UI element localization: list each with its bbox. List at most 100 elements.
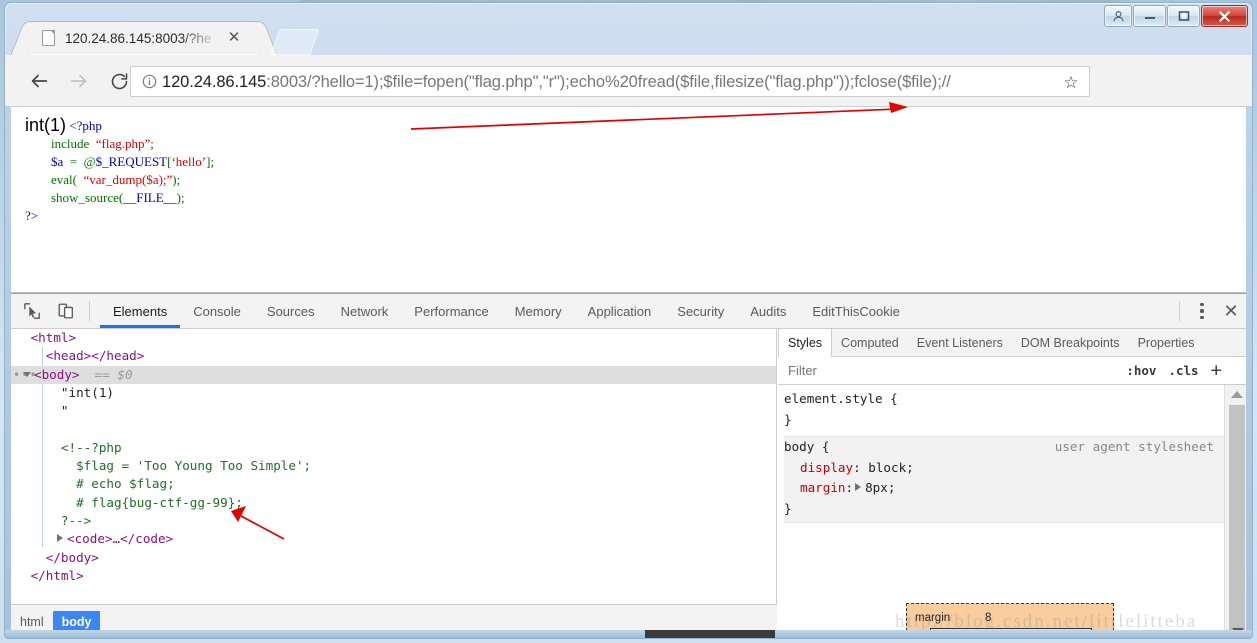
back-button[interactable] [25, 67, 53, 95]
styles-tab-properties[interactable]: Properties [1129, 329, 1204, 356]
bookmark-star-icon[interactable]: ☆ [1059, 71, 1083, 94]
reload-button[interactable] [105, 67, 133, 95]
rule-origin: user agent stylesheet [1054, 439, 1214, 454]
rule-close-brace: } [784, 500, 792, 516]
php-include-path: “flag.php” [95, 136, 151, 151]
devtools-tab-security[interactable]: Security [664, 294, 737, 328]
address-bar[interactable]: 120.24.86.145:8003/?hello=1);$file=fopen… [130, 66, 1090, 97]
maximize-icon [1168, 6, 1199, 26]
device-toolbar-icon[interactable] [53, 298, 79, 324]
box-model-margin-value[interactable]: 8 [985, 608, 991, 629]
user-icon [1105, 6, 1131, 26]
window-controls [1103, 3, 1248, 29]
dom-node[interactable] [11, 420, 776, 438]
dom-node[interactable]: ?--> [11, 512, 776, 530]
styles-tab-computed[interactable]: Computed [832, 329, 908, 356]
dom-node[interactable]: <!--?php [11, 439, 776, 457]
devtools-tab-network[interactable]: Network [328, 294, 402, 328]
var-dump-result: int(1) [25, 115, 67, 135]
tab-close-icon[interactable]: ✕ [226, 30, 242, 46]
styles-filter-input[interactable] [786, 362, 996, 379]
dom-node-text: <!--?php [60, 439, 122, 455]
rule-selector: body { [784, 439, 830, 454]
devtools-more-options-button[interactable] [1190, 297, 1214, 325]
browser-tab[interactable]: 120.24.86.145:8003/?he ✕ [29, 21, 259, 55]
dom-indent [23, 330, 31, 345]
php-eval-arg: “var_dump($a);” [83, 172, 173, 187]
dom-node[interactable]: # flag{bug-ctf-gg-99}; [11, 494, 776, 512]
cls-toggle[interactable]: .cls [1168, 363, 1198, 378]
dom-node-text: <html> [30, 330, 77, 345]
scrollbar-thumb[interactable] [1229, 405, 1245, 630]
devtools-tab-console[interactable]: Console [180, 294, 254, 328]
maximize-button[interactable] [1167, 5, 1200, 27]
dom-node[interactable]: </html> [11, 567, 776, 585]
dom-indent [23, 495, 76, 510]
address-bar-url: 120.24.86.145:8003/?hello=1);$file=fopen… [162, 72, 1089, 92]
declaration-colon: : [853, 459, 869, 475]
dom-node-selected[interactable]: ••• <body> == $0 [11, 365, 776, 384]
rule-close-brace: } [784, 411, 792, 427]
window-left-edge [5, 107, 11, 638]
taskbar-strip [645, 630, 775, 638]
dom-indent [23, 476, 76, 491]
dom-node[interactable]: $flag = 'Too Young Too Simple'; [11, 457, 776, 475]
declaration-margin[interactable]: margin: 8px; [784, 478, 1224, 499]
declaration-display[interactable]: display: block; [784, 458, 1224, 479]
style-rule-body[interactable]: body { user agent stylesheet display: bl… [784, 436, 1224, 523]
devtools-tab-performance[interactable]: Performance [401, 294, 501, 328]
dom-node[interactable]: " [11, 402, 776, 420]
new-tab-button[interactable] [270, 29, 320, 55]
minimize-button[interactable] [1133, 5, 1166, 27]
breadcrumb-label: body [61, 615, 92, 629]
devtools-tab-application[interactable]: Application [575, 294, 665, 328]
dom-node[interactable]: <code>…</code> [11, 530, 776, 548]
collapse-triangle-icon[interactable] [23, 371, 31, 377]
scroll-up-arrow-icon[interactable] [1231, 391, 1243, 398]
forward-button [65, 67, 93, 95]
toolbar-divider [89, 301, 90, 321]
devtools-tab-memory[interactable]: Memory [502, 294, 575, 328]
hov-toggle[interactable]: :hov [1126, 363, 1156, 378]
dom-indent [23, 348, 46, 363]
devtools-tab-sources[interactable]: Sources [254, 294, 328, 328]
devtools-tab-editthiscookie[interactable]: EditThisCookie [799, 294, 912, 328]
styles-scrollbar[interactable] [1224, 385, 1248, 638]
expand-margin-triangle-icon[interactable] [855, 483, 862, 491]
devtools-tab-elements[interactable]: Elements [100, 294, 180, 328]
user-account-button[interactable] [1104, 5, 1132, 27]
menu-dot [1200, 303, 1204, 307]
php-var-a: $a [51, 154, 64, 169]
styles-tab-styles[interactable]: Styles [778, 329, 833, 357]
php-request-super: $_REQUEST [95, 154, 168, 169]
php-close-tag: ?> [25, 208, 39, 223]
declaration-property: display [800, 459, 854, 475]
devtools-tab-label: Security [677, 303, 725, 319]
styles-filter-actions: :hov .cls + [1126, 359, 1248, 382]
devtools-tab-label: Network [340, 303, 389, 319]
styles-tab-event-listeners[interactable]: Event Listeners [908, 329, 1012, 356]
close-window-button[interactable] [1201, 5, 1248, 27]
style-rules-list: element.style { } body { user agent styl… [778, 385, 1224, 638]
dom-node[interactable]: <html> [11, 329, 776, 347]
expand-triangle-icon[interactable] [57, 534, 63, 543]
toolbar-divider-right [1179, 301, 1180, 321]
dom-node[interactable]: # echo $flag; [11, 475, 776, 493]
page-info-icon[interactable] [136, 73, 162, 90]
dom-tree-pane[interactable]: <html> <head></head> ••• <body> == $0 "int… [11, 329, 777, 604]
dom-node[interactable]: "int(1) [11, 384, 776, 402]
php-at: @ [83, 154, 96, 169]
style-rule-element-style[interactable]: element.style { } [784, 389, 1224, 430]
php-eval-call: eval( [51, 172, 77, 187]
new-style-rule-button[interactable]: + [1211, 359, 1222, 381]
devtools-tab-audits[interactable]: Audits [737, 294, 799, 328]
dom-node[interactable]: </body> [11, 549, 776, 567]
inspect-element-icon[interactable] [19, 298, 45, 324]
dom-node[interactable]: <head></head> [11, 347, 776, 365]
box-model-margin-label: margin [915, 612, 951, 624]
dom-node-text: <head></head> [45, 348, 145, 364]
window-bottom-edge [5, 630, 1252, 638]
styles-tab-label: DOM Breakpoints [1020, 335, 1120, 350]
styles-tab-dom-breakpoints[interactable]: DOM Breakpoints [1012, 329, 1129, 356]
devtools-close-button[interactable]: ✕ [1214, 297, 1248, 325]
